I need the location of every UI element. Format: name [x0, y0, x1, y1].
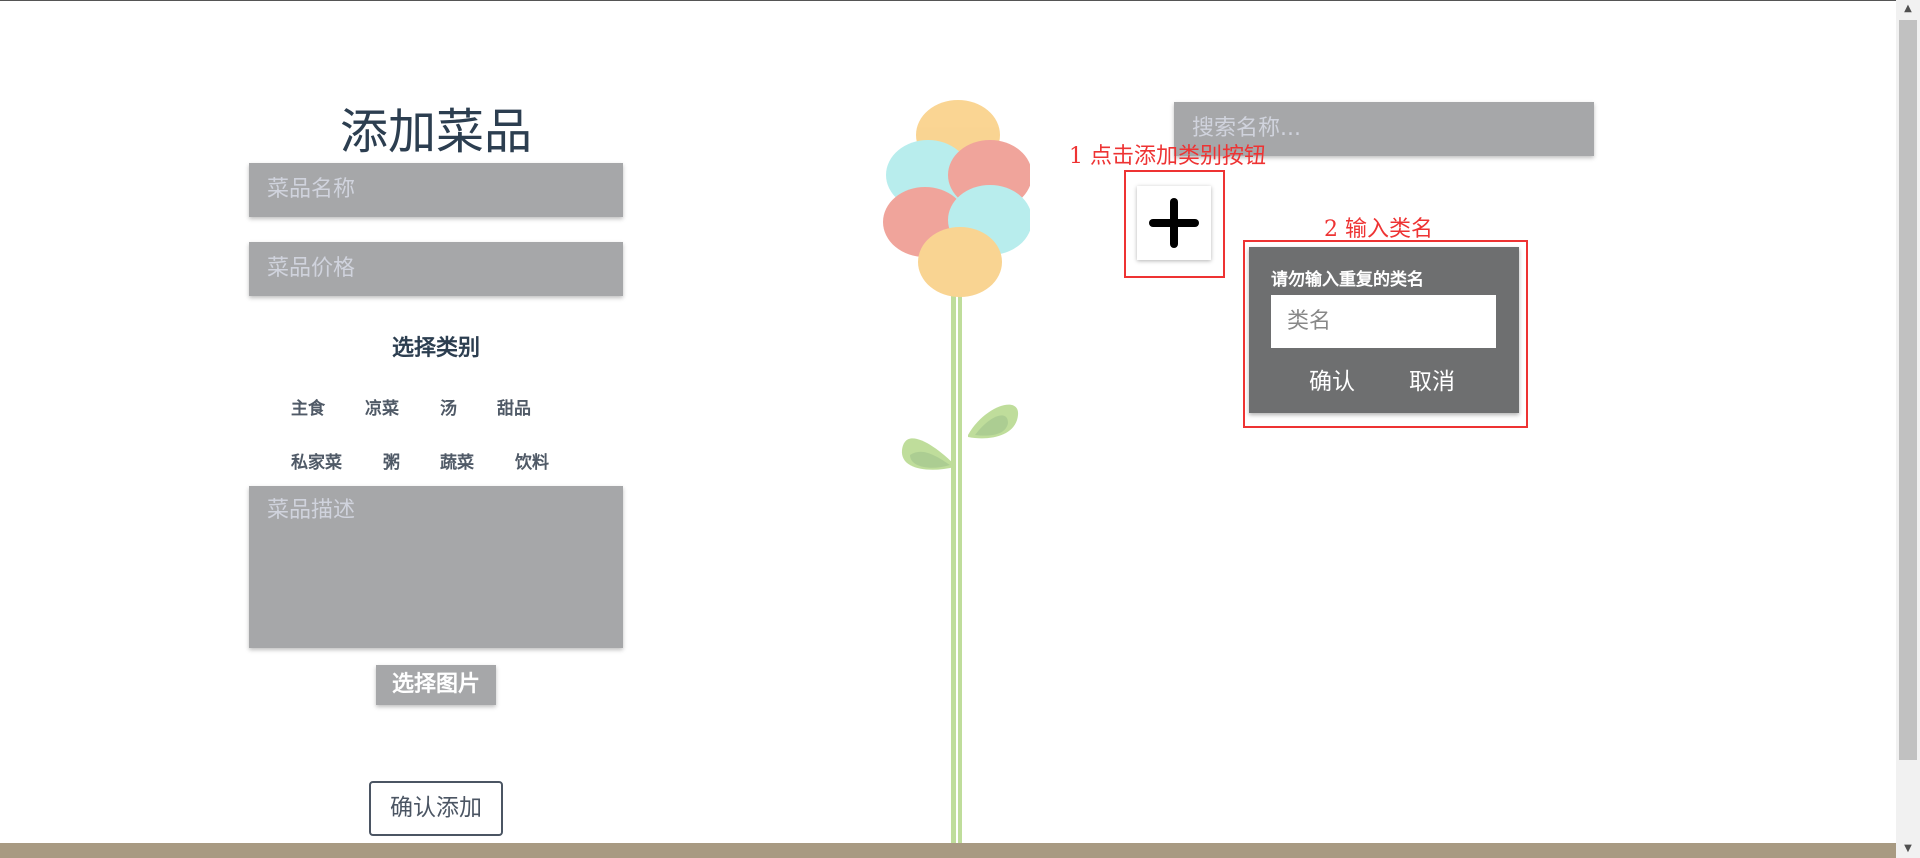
dish-price-input[interactable]: 菜品价格 — [249, 242, 623, 296]
flower-illustration — [883, 100, 1030, 855]
annotation-step-2: 2 输入类名 — [1324, 217, 1433, 242]
vertical-scrollbar[interactable]: ▲ ▼ — [1896, 0, 1920, 858]
top-border — [0, 0, 1896, 1]
dialog-title: 请勿输入重复的类名 — [1271, 270, 1424, 290]
category-option[interactable]: 饮料 — [515, 448, 549, 473]
scroll-down-arrow-icon[interactable]: ▼ — [1896, 840, 1920, 858]
add-category-dialog: 请勿输入重复的类名 类名 确认 取消 — [1249, 247, 1519, 413]
dish-name-input[interactable]: 菜品名称 — [249, 163, 623, 217]
category-section-label: 选择类别 — [391, 336, 480, 361]
category-option[interactable]: 甜品 — [497, 394, 531, 419]
category-option[interactable]: 蔬菜 — [440, 448, 474, 473]
scroll-up-arrow-icon[interactable]: ▲ — [1896, 0, 1920, 18]
annotation-step-1: 1 点击添加类别按钮 — [1069, 144, 1266, 169]
category-option[interactable]: 主食 — [291, 394, 325, 419]
category-option[interactable]: 汤 — [440, 394, 457, 419]
dialog-confirm-button[interactable]: 确认 — [1309, 362, 1355, 396]
scrollbar-thumb[interactable] — [1899, 20, 1917, 760]
plus-icon — [1149, 198, 1199, 248]
pick-image-button[interactable]: 选择图片 — [376, 665, 496, 705]
dish-description-textarea[interactable]: 菜品描述 — [249, 486, 623, 648]
add-category-button[interactable] — [1137, 186, 1211, 260]
footer-bar — [0, 843, 1896, 858]
category-name-input[interactable]: 类名 — [1271, 295, 1496, 348]
category-option[interactable]: 凉菜 — [365, 394, 399, 419]
dialog-cancel-button[interactable]: 取消 — [1409, 362, 1455, 396]
page-title: 添加菜品 — [339, 104, 532, 160]
category-option[interactable]: 私家菜 — [291, 448, 342, 473]
category-option[interactable]: 粥 — [383, 448, 400, 473]
confirm-add-button[interactable]: 确认添加 — [369, 781, 503, 836]
